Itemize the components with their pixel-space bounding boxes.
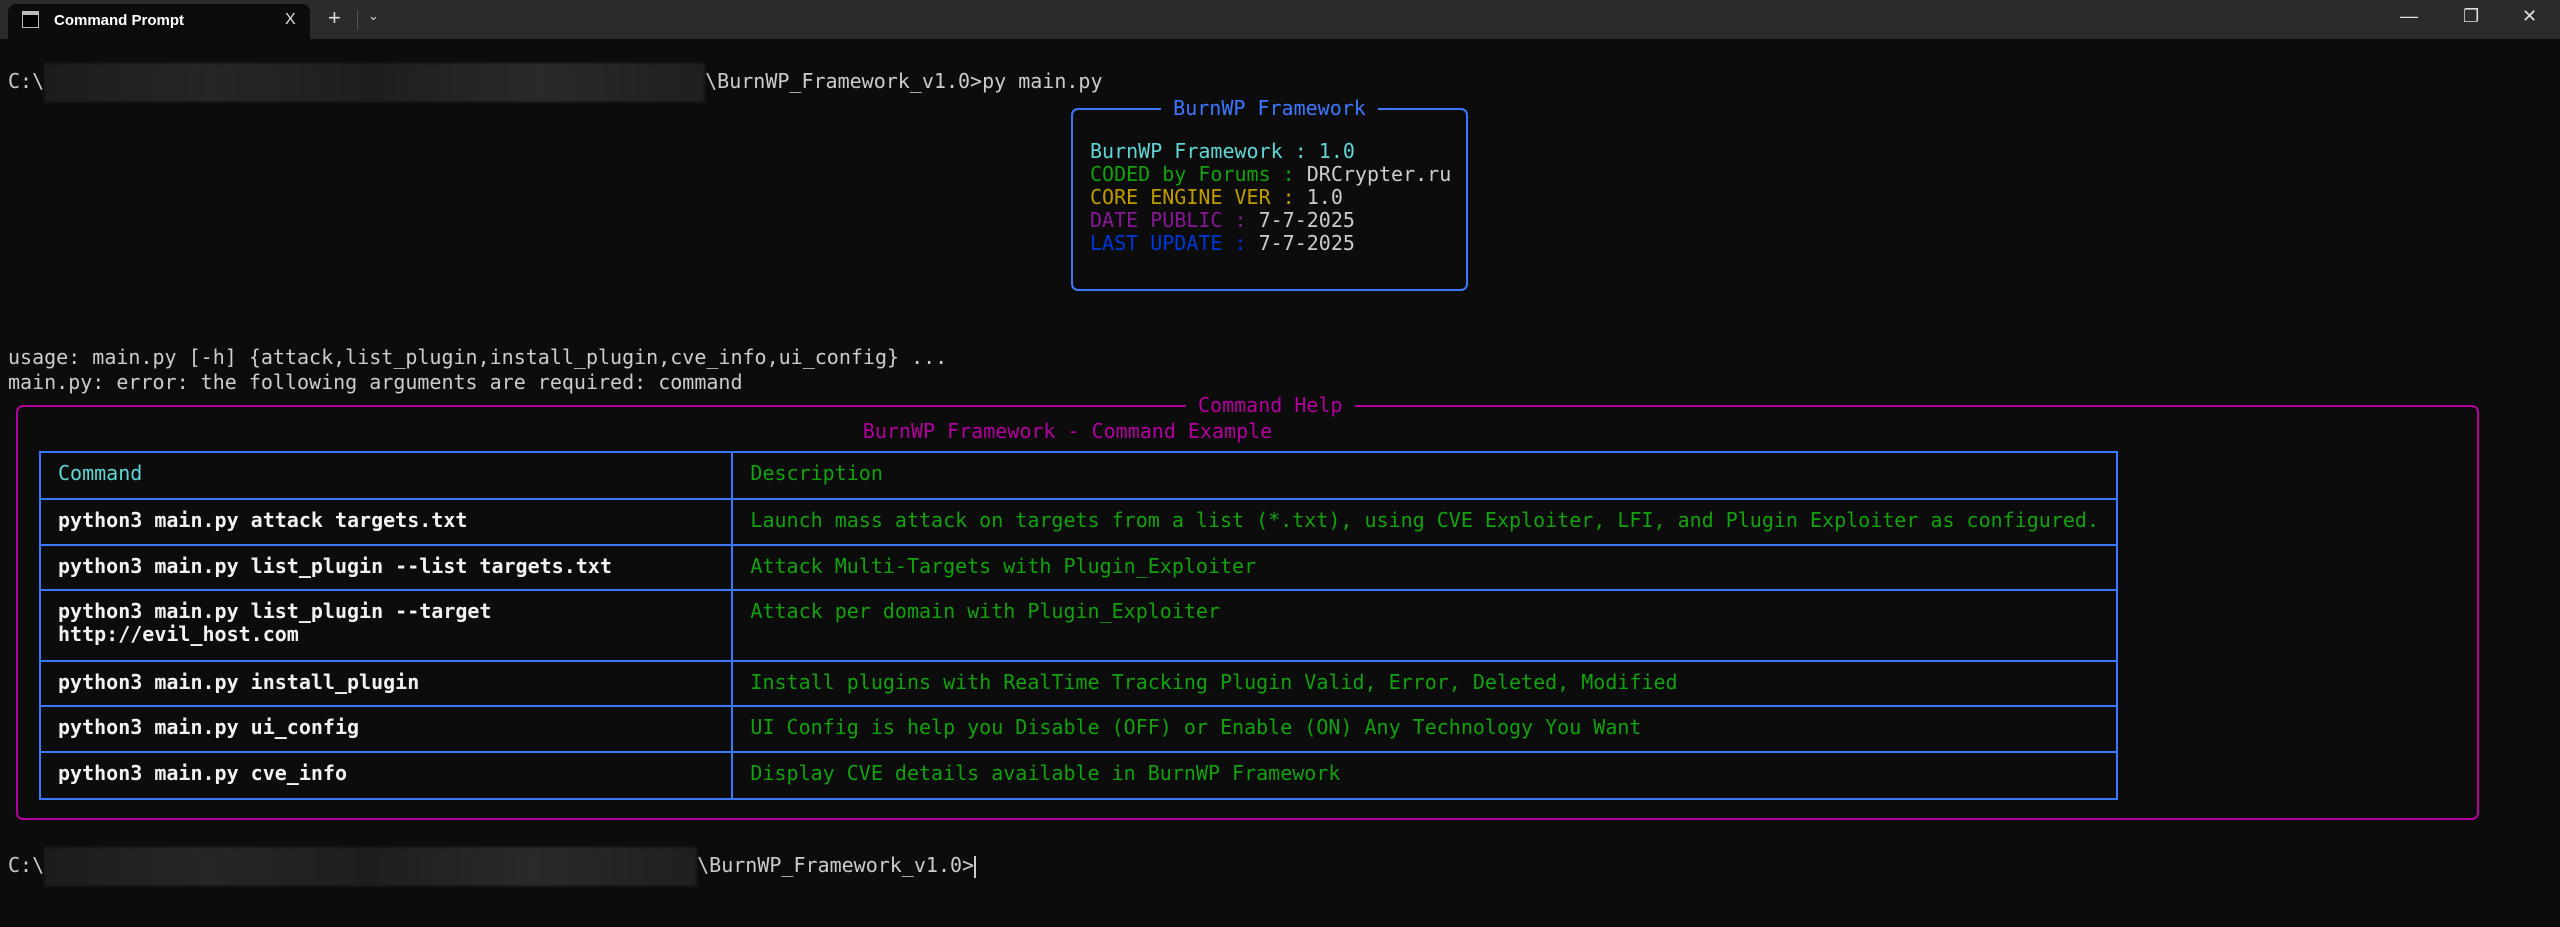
info-line: BurnWP Framework : 1.0 <box>1090 140 1451 163</box>
description-cell: Attack Multi-Targets with Plugin_Exploit… <box>731 544 2118 591</box>
prompt-text: \BurnWP_Framework_v1.0> <box>697 853 975 877</box>
header-description: Description <box>731 451 2118 500</box>
info-lines: BurnWP Framework : 1.0 CODED by Forums : … <box>1090 140 1451 255</box>
description-cell: Launch mass attack on targets from a lis… <box>731 498 2118 546</box>
command-help-subtitle: BurnWP Framework - Command Example <box>862 419 1273 443</box>
command-cell: python3 main.py cve_info <box>38 751 734 800</box>
info-line: CORE ENGINE VER : 1.0 <box>1090 186 1451 209</box>
info-label: DATE PUBLIC : <box>1090 208 1259 232</box>
text-cursor <box>974 855 977 878</box>
command-cell: python3 main.py attack targets.txt <box>38 498 734 546</box>
usage-line: usage: main.py [-h] {attack,list_plugin,… <box>8 345 948 369</box>
table-row: python3 main.py list_plugin --target htt… <box>38 589 2118 662</box>
table-row: python3 main.py ui_config UI Config is he… <box>38 705 2118 753</box>
info-label: CORE ENGINE VER : <box>1090 185 1307 209</box>
info-label: CODED by Forums : <box>1090 162 1307 186</box>
close-window-button[interactable]: ✕ <box>2522 6 2537 27</box>
command-help-box: Command Help BurnWP Framework - Command … <box>16 393 2479 820</box>
info-box: BurnWP Framework BurnWP Framework : 1.0 C… <box>1071 96 1468 291</box>
table-row: python3 main.py list_plugin --list targe… <box>38 544 2118 591</box>
description-cell: Display CVE details available in BurnWP … <box>731 751 2118 800</box>
redacted-path <box>44 847 698 886</box>
info-label: LAST UPDATE : <box>1090 231 1259 255</box>
tab-close-icon[interactable]: X <box>285 11 296 29</box>
info-line: DATE PUBLIC : 7-7-2025 <box>1090 209 1451 232</box>
info-value: 7-7-2025 <box>1258 231 1355 255</box>
prompt-prefix: C:\ <box>8 853 45 877</box>
prompt-prefix: C:\ <box>8 69 45 93</box>
command-cell: python3 main.py ui_config <box>38 705 734 753</box>
description-cell: UI Config is help you Disable (OFF) or E… <box>731 705 2118 753</box>
table-row: python3 main.py cve_info Display CVE deta… <box>38 751 2118 800</box>
redacted-path <box>44 63 706 102</box>
description-cell: Attack per domain with Plugin_Exploiter <box>731 589 2118 662</box>
title-bar: Command Prompt X + ⌄ — ❐ ✕ <box>0 0 2560 39</box>
command-cell: python3 main.py list_plugin --list targe… <box>38 544 734 591</box>
terminal-icon <box>22 11 39 28</box>
error-line: main.py: error: the following arguments … <box>8 370 743 394</box>
chevron-down-icon[interactable]: ⌄ <box>368 8 379 24</box>
description-cell: Install plugins with RealTime Tracking P… <box>731 660 2118 707</box>
minimize-button[interactable]: — <box>2400 6 2418 27</box>
prompt-command: \BurnWP_Framework_v1.0>py main.py <box>705 69 1103 93</box>
command-help-title: Command Help <box>1186 393 1355 417</box>
table-row: python3 main.py install_plugin Install pl… <box>38 660 2118 707</box>
table-row: python3 main.py attack targets.txt Launch… <box>38 498 2118 546</box>
command-cell: python3 main.py install_plugin <box>38 660 734 707</box>
new-tab-button[interactable]: + <box>328 5 341 31</box>
info-value: DRCrypter.ru <box>1306 162 1452 186</box>
info-box-title: BurnWP Framework <box>1161 96 1378 120</box>
tab-title: Command Prompt <box>54 12 185 29</box>
tab-command-prompt[interactable]: Command Prompt X <box>8 4 310 39</box>
command-cell: python3 main.py list_plugin --target htt… <box>38 589 734 662</box>
divider <box>357 10 358 30</box>
header-command: Command <box>38 451 734 500</box>
info-line: CODED by Forums : DRCrypter.ru <box>1090 163 1451 186</box>
prompt-line-current[interactable]: C:\ \BurnWP_Framework_v1.0> <box>8 846 977 886</box>
info-label: BurnWP Framework : 1.0 <box>1090 139 1355 163</box>
table-header: Command Description <box>38 451 2118 500</box>
maximize-button[interactable]: ❐ <box>2463 6 2479 27</box>
info-value: 1.0 <box>1306 185 1343 209</box>
info-line: LAST UPDATE : 7-7-2025 <box>1090 232 1451 255</box>
prompt-line: C:\ \BurnWP_Framework_v1.0>py main.py <box>8 62 1102 102</box>
info-value: 7-7-2025 <box>1258 208 1355 232</box>
command-table: Command Description python3 main.py atta… <box>38 451 2118 800</box>
